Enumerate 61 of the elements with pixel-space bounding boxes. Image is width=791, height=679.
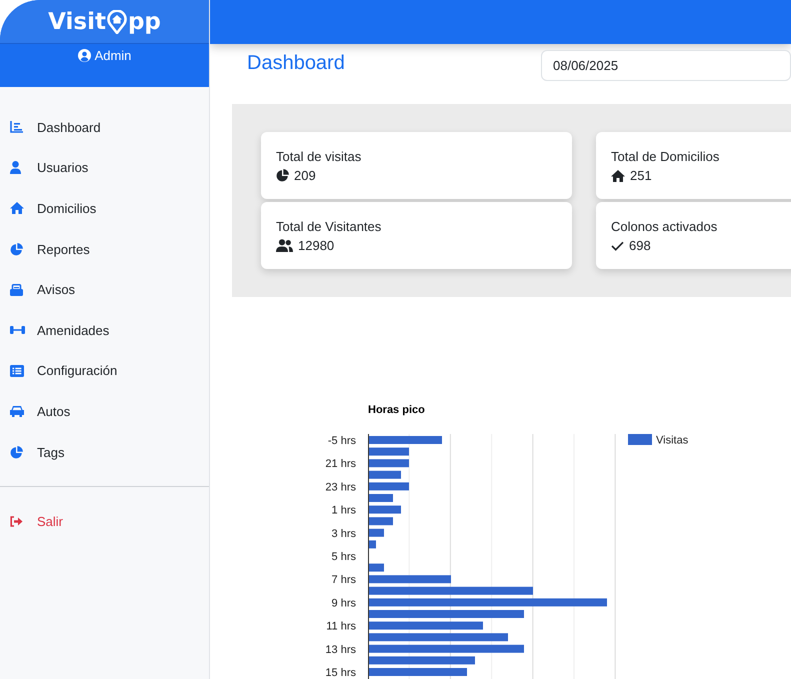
user-name[interactable]: Admin	[78, 48, 132, 63]
stat-value: 251	[630, 168, 652, 183]
pie-chart-icon	[276, 169, 289, 182]
sidebar-item[interactable]: Avisos	[0, 269, 209, 310]
axis-label: 11 hrs	[326, 620, 356, 633]
axis-label: 3 hrs	[332, 528, 356, 540]
chart-icon	[10, 121, 23, 134]
bar	[368, 459, 409, 468]
bar	[368, 448, 409, 456]
house-icon	[611, 170, 625, 182]
users-icon	[276, 239, 293, 252]
logout-icon	[10, 516, 23, 528]
sidebar-item[interactable]: Usuarios	[0, 148, 209, 188]
sidebar-item[interactable]: Reportes	[0, 228, 209, 270]
legend-swatch	[628, 434, 652, 445]
axis-label: 13 hrs	[325, 644, 356, 656]
pie-chart-icon	[10, 446, 23, 459]
stat-value: 698	[629, 238, 651, 253]
sidebar-item[interactable]: Dashboard	[0, 107, 209, 148]
axis-label: 5 hrs	[332, 551, 356, 563]
bar	[368, 506, 401, 514]
location-pin-icon	[106, 10, 127, 34]
bar	[368, 494, 393, 502]
bar	[368, 528, 384, 537]
legend-label: Visitas	[656, 434, 688, 446]
sidebar-item[interactable]: Domicilios	[0, 188, 209, 229]
bar	[368, 470, 401, 479]
axis-label: 23 hrs	[325, 481, 356, 494]
axis-label: 21 hrs	[325, 458, 356, 470]
user-icon	[10, 161, 21, 174]
date-field[interactable]: 08/06/2025	[541, 50, 791, 81]
pie-chart-icon	[10, 242, 23, 256]
sidebar-item[interactable]: Configuración	[0, 350, 209, 392]
bar	[368, 517, 393, 526]
envelope-icon	[10, 284, 23, 296]
stat-value: 12980	[298, 238, 334, 253]
axis-label: 7 hrs	[332, 574, 356, 586]
axis-label: -5 hrs	[328, 435, 356, 447]
sidebar-item[interactable]: Autos	[0, 391, 209, 432]
house-icon	[10, 202, 24, 214]
user-avatar-icon	[78, 49, 91, 62]
bar	[368, 564, 384, 572]
page-title: Dashboard	[247, 52, 346, 75]
check-icon	[611, 240, 624, 250]
stat-label: Colonos activados	[611, 219, 718, 234]
sidebar-item[interactable]: Tags	[0, 432, 209, 472]
car-icon	[10, 405, 24, 418]
stat-label: Total de Domicilios	[611, 149, 720, 164]
brand-logo: Visit pp	[48, 8, 161, 34]
dumbbell-icon	[10, 325, 25, 336]
axis-label: 9 hrs	[332, 597, 356, 610]
stat-label: Total de Visitantes	[276, 219, 382, 234]
axis-label: 1 hrs	[332, 504, 356, 517]
chart-title: Horas pico	[368, 404, 425, 416]
logout-link[interactable]: Salir	[0, 501, 209, 542]
stat-value: 209	[294, 168, 316, 183]
sidebar-item[interactable]: Amenidades	[0, 310, 209, 351]
bar	[368, 482, 409, 490]
stat-label: Total de visitas	[276, 149, 362, 164]
list-icon	[10, 364, 24, 377]
axis-label: 15 hrs	[325, 667, 356, 679]
